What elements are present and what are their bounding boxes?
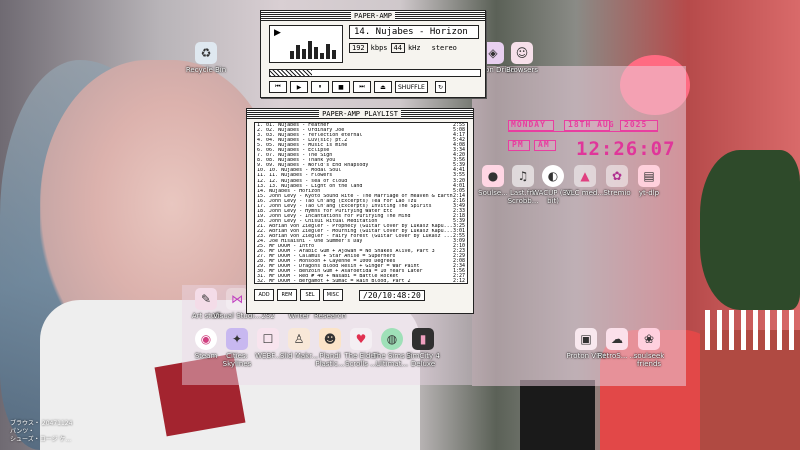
transport-controls: ⏮ ▶ ⏸ ■ ⏭ ⏏ — [269, 81, 392, 93]
shuffle-button[interactable]: SHUFFLE — [395, 81, 428, 93]
seek-bar[interactable] — [269, 69, 481, 77]
clock-date: 18TH AUG — [568, 120, 615, 129]
stereo-label: stereo — [431, 44, 457, 52]
desktop-icon-soulseek-friends[interactable]: ❀ soulseek friends — [624, 328, 674, 368]
playlist-track-list[interactable]: 1. 01. Nujabes - Feather 2:55 2. 02. Nujab… — [254, 122, 468, 284]
desktop-icon-browsers[interactable]: ☺ Browsers — [497, 42, 547, 74]
soulseek-friends-icon: ❀ — [638, 328, 660, 350]
recycle-bin-label: Recycle Bin — [185, 66, 227, 74]
stop-button[interactable]: ■ — [332, 81, 350, 93]
browsers-icon: ☺ — [511, 42, 533, 64]
clock-time: 12:26:07 — [576, 138, 676, 160]
add-button[interactable]: ADD — [254, 289, 274, 301]
misc-button[interactable]: MISC — [323, 289, 343, 301]
corner-caption: ブラウス・ 20471124 パンツ・ シューズ・コージ ケ... — [10, 420, 72, 444]
pause-button[interactable]: ⏸ — [311, 81, 329, 93]
playlist-row-title: 32. MF DOOM - Bergamot + Sumac = Rain Bl… — [257, 279, 411, 284]
player-title: PAPER-AMP — [351, 11, 395, 20]
clock-widget: MONDAY 18TH AUG 2025 PM AM 12:26:07 — [508, 120, 675, 164]
book-icon: ▤ — [638, 165, 660, 187]
next-button[interactable]: ⏭ — [353, 81, 371, 93]
previous-button[interactable]: ⏮ — [269, 81, 287, 93]
khz-value: 44 — [390, 43, 405, 53]
khz-label: kHz — [407, 44, 421, 52]
background-fence — [705, 310, 800, 350]
caption-line-3: シューズ・コージ ケ... — [10, 436, 72, 443]
clock-divider — [508, 131, 658, 132]
remove-button[interactable]: REM — [277, 289, 297, 301]
seek-bar-fill — [270, 70, 312, 76]
browsers-label: Browsers — [505, 66, 538, 74]
clock-am: AM — [538, 140, 550, 149]
desktop-icon-recycle-bin[interactable]: ♻ Recycle Bin — [181, 42, 231, 74]
visualizer: ▶ — [269, 25, 343, 63]
playlist-row-duration: 2:12 — [452, 278, 465, 284]
caption-line-2: パンツ・ — [10, 428, 35, 435]
player-title-bar[interactable]: PAPER-AMP — [261, 11, 485, 21]
clock-year: 2025 — [624, 120, 648, 129]
playlist-controls: ADD REM SEL MISC — [254, 289, 343, 301]
bitrate-info: 192 kbps 44 kHz stereo — [349, 43, 457, 53]
kbps-value: 192 — [349, 43, 368, 53]
desktop-icon-simcity[interactable]: ▮ SimCity 4 Deluxe — [398, 328, 448, 368]
select-button[interactable]: SEL — [300, 289, 320, 301]
paper-amp-playlist-window[interactable]: PAPER-AMP PLAYLIST 1. 01. Nujabes - Feat… — [246, 108, 474, 314]
kbps-label: kbps — [370, 44, 388, 52]
recycle-bin-icon: ♻ — [195, 42, 217, 64]
repeat-button[interactable]: ↻ — [435, 81, 447, 93]
clock-pm: PM — [512, 140, 524, 149]
play-indicator-icon: ▶ — [274, 28, 281, 38]
playlist-title-bar[interactable]: PAPER-AMP PLAYLIST — [247, 109, 473, 119]
ytdlp-label: yt-dlp — [638, 189, 660, 197]
paper-amp-player-window[interactable]: PAPER-AMP ▶ 14. Nujabes - Horizon 192 kb… — [260, 10, 486, 98]
desktop-icon-ytdlp[interactable]: ▤ yt-dlp — [624, 165, 674, 197]
eject-button[interactable]: ⏏ — [374, 81, 392, 93]
simcity-label: SimCity 4 Deluxe — [406, 352, 440, 368]
background-tree — [700, 150, 800, 310]
playlist-row[interactable]: 32. MF DOOM - Bergamot + Sumac = Rain Bl… — [255, 278, 467, 284]
play-button[interactable]: ▶ — [290, 81, 308, 93]
playlist-time: /20/10:48:20 — [359, 290, 425, 301]
clock-day: MONDAY — [511, 120, 546, 129]
soulseek-friends-label: soulseek friends — [633, 352, 665, 368]
playlist-title: PAPER-AMP PLAYLIST — [319, 109, 401, 118]
simcity-icon: ▮ — [412, 328, 434, 350]
background-pants — [520, 380, 595, 450]
caption-line-1: ブラウス・ 20471124 — [10, 420, 73, 427]
track-title-display: 14. Nujabes - Horizon — [349, 25, 479, 39]
